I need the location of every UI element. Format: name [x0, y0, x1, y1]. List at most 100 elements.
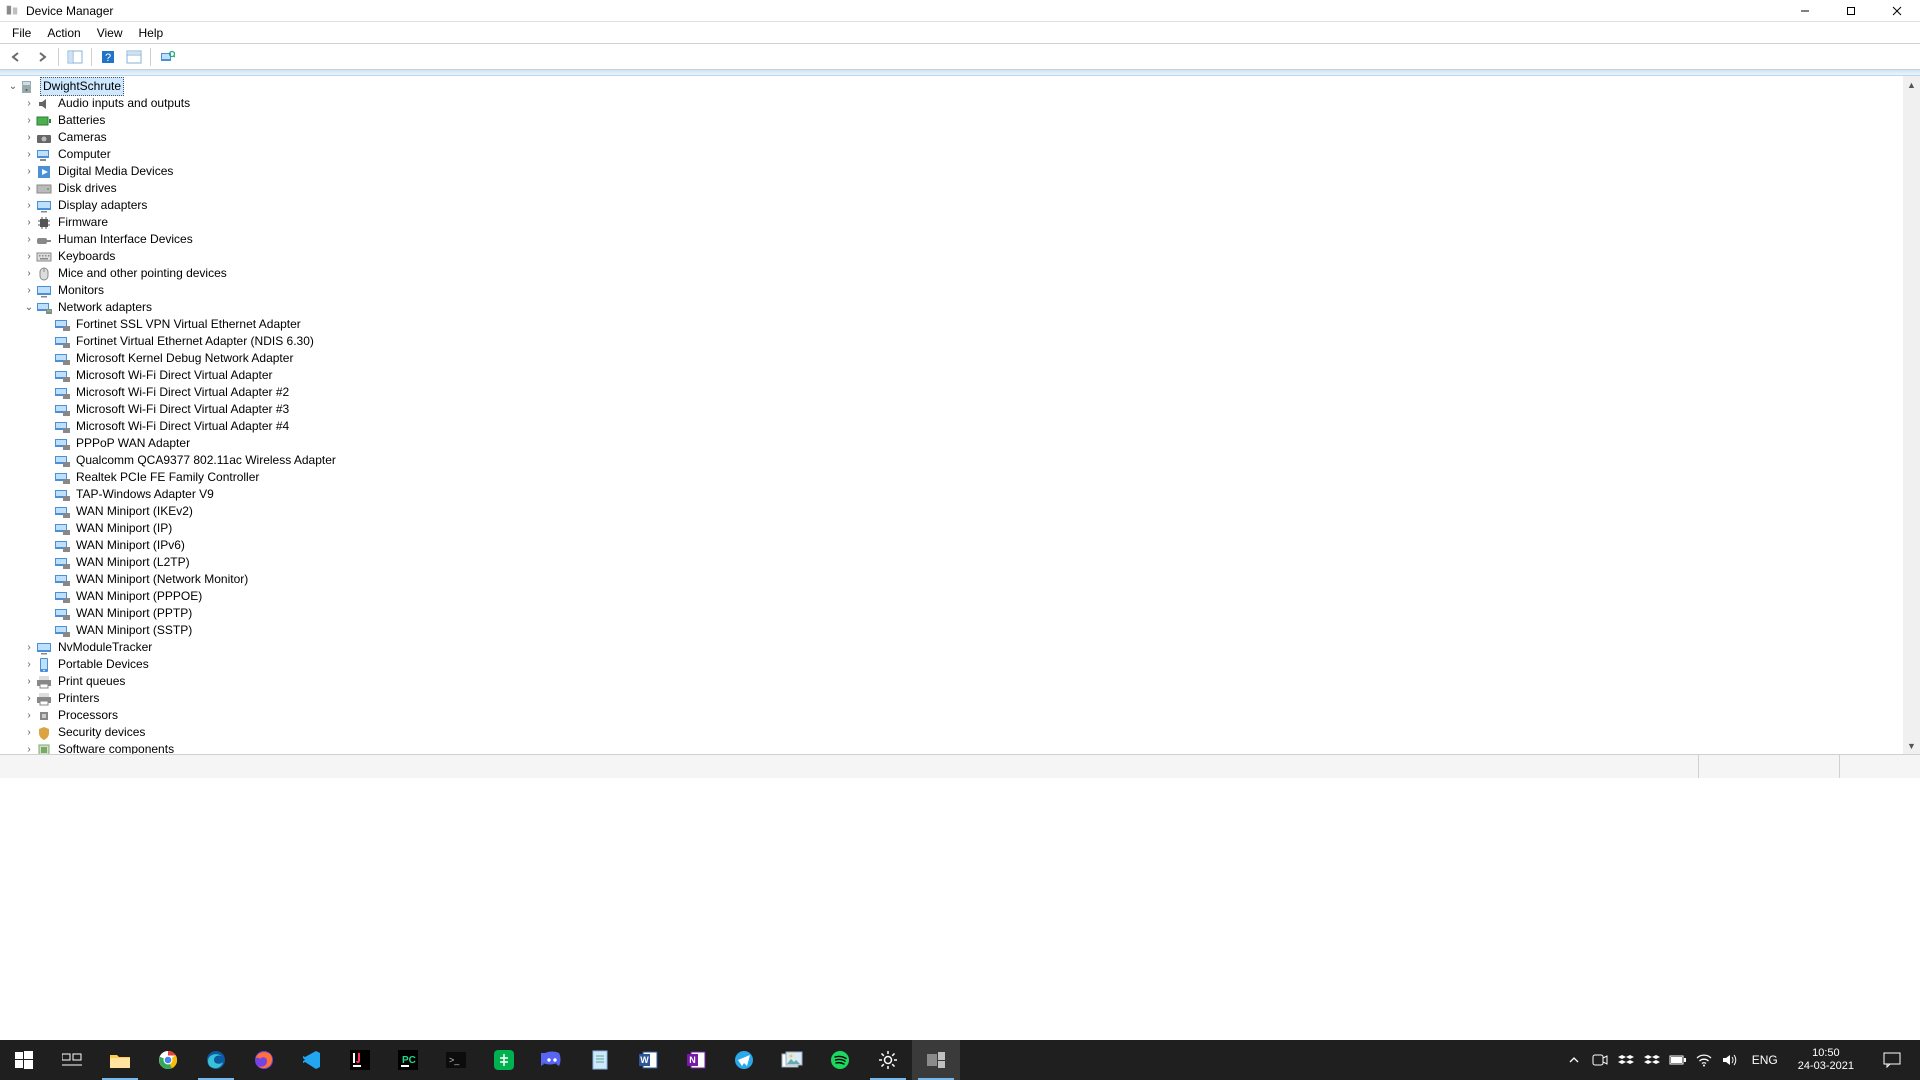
chevron-right-icon[interactable]: ›: [22, 148, 36, 162]
back-button[interactable]: [4, 46, 28, 68]
photos-button[interactable]: [768, 1040, 816, 1080]
tree-device[interactable]: ›Microsoft Wi-Fi Direct Virtual Adapter …: [6, 401, 1920, 418]
chevron-right-icon[interactable]: ›: [22, 131, 36, 145]
terminal-button[interactable]: >_: [432, 1040, 480, 1080]
tree-category[interactable]: ›Audio inputs and outputs: [6, 95, 1920, 112]
edge-button[interactable]: [192, 1040, 240, 1080]
chevron-right-icon[interactable]: ›: [22, 182, 36, 196]
chevron-right-icon[interactable]: ›: [22, 199, 36, 213]
tree-category[interactable]: ›Software components: [6, 741, 1920, 754]
chevron-down-icon[interactable]: ⌄: [6, 80, 20, 94]
properties-button[interactable]: [122, 46, 146, 68]
chevron-right-icon[interactable]: ›: [22, 250, 36, 264]
chevron-right-icon[interactable]: ›: [22, 726, 36, 740]
tree-category[interactable]: ›Security devices: [6, 724, 1920, 741]
close-button[interactable]: [1874, 0, 1920, 22]
chevron-down-icon[interactable]: ⌄: [22, 301, 36, 315]
tree-device[interactable]: ›Qualcomm QCA9377 802.11ac Wireless Adap…: [6, 452, 1920, 469]
volume-icon[interactable]: [1720, 1050, 1740, 1070]
language-indicator[interactable]: ENG: [1746, 1053, 1784, 1067]
chevron-right-icon[interactable]: ›: [22, 658, 36, 672]
chevron-right-icon[interactable]: ›: [22, 97, 36, 111]
tree-device[interactable]: ›WAN Miniport (L2TP): [6, 554, 1920, 571]
tree-device[interactable]: ›Microsoft Wi-Fi Direct Virtual Adapter …: [6, 418, 1920, 435]
start-button[interactable]: [0, 1040, 48, 1080]
help-button[interactable]: ?: [96, 46, 120, 68]
tree-device[interactable]: ›WAN Miniport (PPPOE): [6, 588, 1920, 605]
chevron-right-icon[interactable]: ›: [22, 692, 36, 706]
tree-category[interactable]: ›Processors: [6, 707, 1920, 724]
chevron-right-icon[interactable]: ›: [22, 743, 36, 755]
wifi-icon[interactable]: [1694, 1050, 1714, 1070]
menu-action[interactable]: Action: [39, 24, 88, 42]
tree-device[interactable]: ›Microsoft Wi-Fi Direct Virtual Adapter …: [6, 384, 1920, 401]
tree-category[interactable]: ›Portable Devices: [6, 656, 1920, 673]
telegram-button[interactable]: [720, 1040, 768, 1080]
tree-category[interactable]: ›NvModuleTracker: [6, 639, 1920, 656]
scan-hardware-button[interactable]: [155, 46, 179, 68]
maximize-button[interactable]: [1828, 0, 1874, 22]
chrome-button[interactable]: [144, 1040, 192, 1080]
chevron-right-icon[interactable]: ›: [22, 216, 36, 230]
app-green-button[interactable]: [480, 1040, 528, 1080]
menu-help[interactable]: Help: [131, 24, 172, 42]
onenote-button[interactable]: N: [672, 1040, 720, 1080]
scroll-up-icon[interactable]: ▲: [1903, 76, 1920, 93]
tree-category[interactable]: ›Print queues: [6, 673, 1920, 690]
tree-category[interactable]: ›Cameras: [6, 129, 1920, 146]
forward-button[interactable]: [30, 46, 54, 68]
chevron-right-icon[interactable]: ›: [22, 114, 36, 128]
tree-category[interactable]: ›Digital Media Devices: [6, 163, 1920, 180]
scroll-down-icon[interactable]: ▼: [1903, 737, 1920, 754]
chevron-right-icon[interactable]: ›: [22, 675, 36, 689]
tree-device[interactable]: ›WAN Miniport (Network Monitor): [6, 571, 1920, 588]
chevron-right-icon[interactable]: ›: [22, 233, 36, 247]
chevron-right-icon[interactable]: ›: [22, 284, 36, 298]
tree-category[interactable]: ›Mice and other pointing devices: [6, 265, 1920, 282]
tree-category[interactable]: ›Keyboards: [6, 248, 1920, 265]
word-button[interactable]: W: [624, 1040, 672, 1080]
notepad-button[interactable]: [576, 1040, 624, 1080]
tree-category[interactable]: ›Batteries: [6, 112, 1920, 129]
discord-button[interactable]: [528, 1040, 576, 1080]
tree-device[interactable]: ›Fortinet Virtual Ethernet Adapter (NDIS…: [6, 333, 1920, 350]
tree-device[interactable]: ›WAN Miniport (IPv6): [6, 537, 1920, 554]
tree-category[interactable]: ›Firmware: [6, 214, 1920, 231]
settings-button[interactable]: [864, 1040, 912, 1080]
tree-category[interactable]: ›Computer: [6, 146, 1920, 163]
task-view-button[interactable]: [48, 1040, 96, 1080]
action-center-button[interactable]: [1868, 1040, 1916, 1080]
tree-device[interactable]: ›WAN Miniport (SSTP): [6, 622, 1920, 639]
tree-device[interactable]: ›Fortinet SSL VPN Virtual Ethernet Adapt…: [6, 316, 1920, 333]
vscode-button[interactable]: [288, 1040, 336, 1080]
menu-file[interactable]: File: [4, 24, 39, 42]
dropbox2-icon[interactable]: [1642, 1050, 1662, 1070]
tree-category[interactable]: ›Monitors: [6, 282, 1920, 299]
intellij-button[interactable]: [336, 1040, 384, 1080]
chevron-right-icon[interactable]: ›: [22, 267, 36, 281]
tree-category[interactable]: ›Display adapters: [6, 197, 1920, 214]
tree-root-node[interactable]: ⌄DwightSchrute: [6, 78, 1920, 95]
spotify-button[interactable]: [816, 1040, 864, 1080]
chevron-right-icon[interactable]: ›: [22, 709, 36, 723]
battery-icon[interactable]: [1668, 1050, 1688, 1070]
tree-device[interactable]: ›PPPoP WAN Adapter: [6, 435, 1920, 452]
tray-chevron-icon[interactable]: [1564, 1050, 1584, 1070]
tree-device[interactable]: ›TAP-Windows Adapter V9: [6, 486, 1920, 503]
tree-device[interactable]: ›WAN Miniport (IP): [6, 520, 1920, 537]
tree-device[interactable]: ›WAN Miniport (IKEv2): [6, 503, 1920, 520]
show-hide-tree-button[interactable]: [63, 46, 87, 68]
tree-category[interactable]: ›Human Interface Devices: [6, 231, 1920, 248]
clock[interactable]: 10:50 24-03-2021: [1790, 1047, 1862, 1073]
dropbox-icon[interactable]: [1616, 1050, 1636, 1070]
tree-device[interactable]: ›Realtek PCIe FE Family Controller: [6, 469, 1920, 486]
chevron-right-icon[interactable]: ›: [22, 165, 36, 179]
tree-device[interactable]: ›WAN Miniport (PPTP): [6, 605, 1920, 622]
tree-device[interactable]: ›Microsoft Wi-Fi Direct Virtual Adapter: [6, 367, 1920, 384]
file-explorer-button[interactable]: [96, 1040, 144, 1080]
tree-category[interactable]: ⌄Network adapters: [6, 299, 1920, 316]
minimize-button[interactable]: [1782, 0, 1828, 22]
tree-category[interactable]: ›Disk drives: [6, 180, 1920, 197]
tree-device[interactable]: ›Microsoft Kernel Debug Network Adapter: [6, 350, 1920, 367]
menu-view[interactable]: View: [89, 24, 131, 42]
